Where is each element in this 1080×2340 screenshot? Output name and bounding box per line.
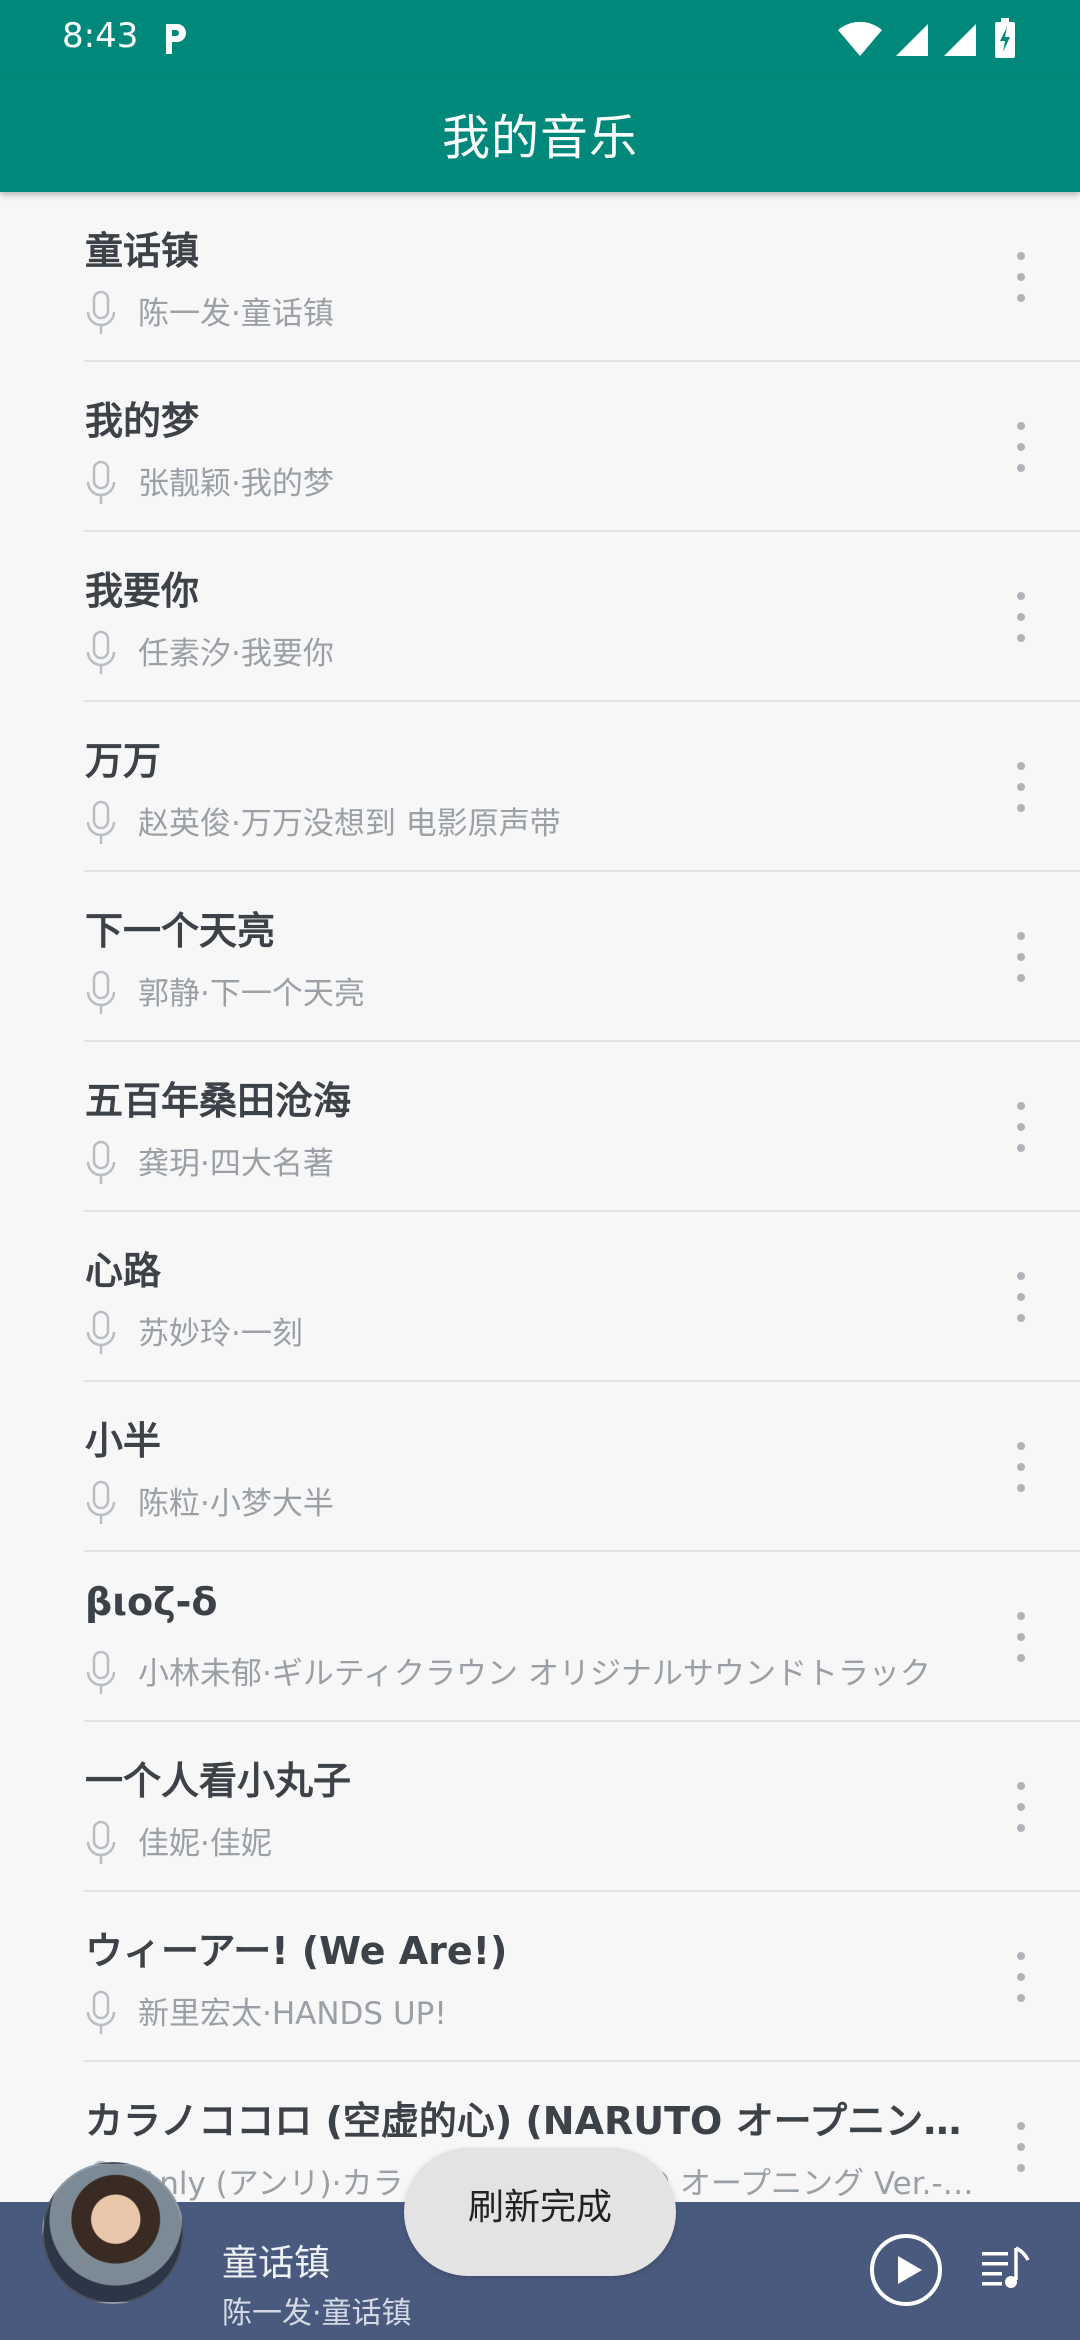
play-icon[interactable] — [868, 2232, 944, 2308]
list-item[interactable]: 我要你任素汐·我要你 — [0, 532, 1080, 702]
status-time: 8:43 — [62, 16, 139, 56]
status-bar: 8:43 — [0, 0, 1080, 78]
song-artist-album: 佳妮·佳妮 — [138, 1826, 272, 1862]
song-artist-album: 新里宏太·HANDS UP! — [138, 1996, 447, 2032]
microphone-icon — [85, 1140, 117, 1186]
song-title: 我要你 — [85, 569, 200, 613]
more-options-icon[interactable] — [1006, 754, 1036, 820]
song-title: ウィーアー! (We Are!) — [85, 1929, 508, 1973]
microphone-icon — [85, 1480, 117, 1526]
song-list[interactable]: 童话镇陈一发·童话镇我的梦张靓颖·我的梦我要你任素汐·我要你万万赵英俊·万万没想… — [0, 192, 1080, 2202]
microphone-icon — [85, 970, 117, 1016]
playlist-icon[interactable] — [980, 2242, 1032, 2294]
more-options-icon[interactable] — [1006, 414, 1036, 480]
list-item[interactable]: βιοζ-δ 小林未郁·ギルティクラウン オリジナルサウンドトラック — [0, 1552, 1080, 1722]
more-options-icon[interactable] — [1006, 584, 1036, 650]
microphone-icon — [85, 800, 117, 846]
page-title: 我的音乐 — [441, 110, 638, 166]
song-title: 下一个天亮 — [85, 909, 276, 953]
microphone-icon — [85, 460, 117, 506]
song-artist-album: 苏妙玲·一刻 — [138, 1316, 303, 1352]
wifi-icon — [838, 21, 882, 56]
list-item[interactable]: 一个人看小丸子佳妮·佳妮 — [0, 1722, 1080, 1892]
song-artist-album: 陈一发·童话镇 — [138, 296, 334, 332]
more-options-icon[interactable] — [1006, 1604, 1036, 1670]
app-bar: 我的音乐 — [0, 78, 1080, 192]
song-title: 我的梦 — [85, 399, 200, 443]
more-options-icon[interactable] — [1006, 1094, 1036, 1160]
microphone-icon — [85, 1310, 117, 1356]
song-title: 心路 — [85, 1249, 162, 1293]
more-options-icon[interactable] — [1006, 244, 1036, 310]
list-item[interactable]: 心路苏妙玲·一刻 — [0, 1212, 1080, 1382]
signal-icon — [896, 24, 928, 56]
song-title: βιοζ-δ — [85, 1580, 218, 1624]
more-options-icon[interactable] — [1006, 1434, 1036, 1500]
more-options-icon[interactable] — [1006, 1264, 1036, 1330]
song-artist-album: 龚玥·四大名著 — [138, 1146, 334, 1182]
list-item[interactable]: 我的梦张靓颖·我的梦 — [0, 362, 1080, 532]
song-artist-album: 赵英俊·万万没想到 电影原声带 — [138, 806, 561, 842]
parking-app-icon — [166, 24, 186, 54]
song-title: 小半 — [85, 1419, 162, 1463]
list-item[interactable]: 五百年桑田沧海龚玥·四大名著 — [0, 1042, 1080, 1212]
list-item[interactable]: 小半陈粒·小梦大半 — [0, 1382, 1080, 1552]
microphone-icon — [85, 1990, 117, 2036]
song-title: 万万 — [85, 739, 162, 783]
more-options-icon[interactable] — [1006, 1944, 1036, 2010]
song-title: 童话镇 — [85, 229, 200, 273]
microphone-icon — [85, 630, 117, 676]
song-artist-album: 郭静·下一个天亮 — [138, 976, 365, 1012]
player-song-title: 童话镇 — [222, 2243, 331, 2284]
battery-charging-icon — [995, 18, 1015, 58]
song-artist-album: 小林未郁·ギルティクラウン オリジナルサウンドトラック — [138, 1656, 931, 1692]
player-song-subtitle: 陈一发·童话镇 — [222, 2296, 412, 2331]
song-title: 一个人看小丸子 — [85, 1759, 352, 1803]
toast: 刷新完成 — [404, 2148, 676, 2276]
song-artist-album: 张靓颖·我的梦 — [138, 466, 334, 502]
microphone-icon — [85, 290, 117, 336]
microphone-icon — [85, 1650, 117, 1696]
toast-text: 刷新完成 — [467, 2187, 612, 2228]
more-options-icon[interactable] — [1006, 2114, 1036, 2180]
list-item[interactable]: 童话镇陈一发·童话镇 — [0, 192, 1080, 362]
song-title: 五百年桑田沧海 — [85, 1079, 352, 1123]
list-item[interactable]: 下一个天亮郭静·下一个天亮 — [0, 872, 1080, 1042]
song-title: カラノココロ (空虚的心) (NARUTO オープニング Ver.) — [85, 2099, 985, 2143]
more-options-icon[interactable] — [1006, 1774, 1036, 1840]
microphone-icon — [85, 1820, 117, 1866]
song-artist-album: 陈粒·小梦大半 — [138, 1486, 334, 1522]
album-cover[interactable] — [42, 2162, 184, 2304]
song-artist-album: 任素汐·我要你 — [138, 636, 334, 672]
more-options-icon[interactable] — [1006, 924, 1036, 990]
list-item[interactable]: ウィーアー! (We Are!) 新里宏太·HANDS UP! — [0, 1892, 1080, 2062]
signal-icon — [944, 24, 976, 56]
list-item[interactable]: 万万赵英俊·万万没想到 电影原声带 — [0, 702, 1080, 872]
